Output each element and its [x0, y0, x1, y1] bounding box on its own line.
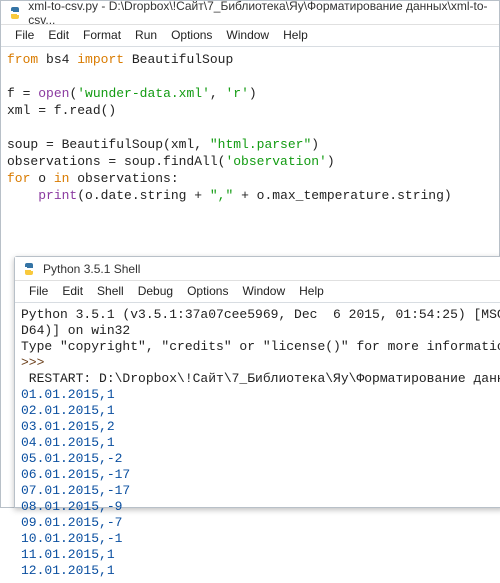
- code-token: ): [327, 154, 335, 169]
- shell-line: 04.01.2015,1: [21, 435, 115, 450]
- menu-help[interactable]: Help: [299, 284, 324, 298]
- shell-line: 08.01.2015,-9: [21, 499, 122, 514]
- shell-line: Python 3.5.1 (v3.5.1:37a07cee5969, Dec 6…: [21, 307, 500, 322]
- shell-line: 12.01.2015,1: [21, 563, 115, 578]
- code-token: from: [7, 52, 38, 67]
- code-token: open: [38, 86, 69, 101]
- code-token: xml = f.read(): [7, 103, 116, 118]
- code-token: ): [249, 86, 257, 101]
- editor-titlebar: xml-to-csv.py - D:\Dropbox\!Сайт\7_Библи…: [1, 1, 499, 25]
- shell-line: 02.01.2015,1: [21, 403, 115, 418]
- shell-line: D64)] on win32: [21, 323, 130, 338]
- shell-title: Python 3.5.1 Shell: [43, 262, 140, 276]
- shell-output[interactable]: Python 3.5.1 (v3.5.1:37a07cee5969, Dec 6…: [15, 303, 500, 583]
- menu-debug[interactable]: Debug: [138, 284, 173, 298]
- editor-code[interactable]: from bs4 import BeautifulSoup f = open('…: [1, 47, 499, 208]
- code-token: ): [311, 137, 319, 152]
- code-token: import: [77, 52, 124, 67]
- code-token: 'wunder-data.xml': [77, 86, 210, 101]
- shell-line: 03.01.2015,2: [21, 419, 115, 434]
- code-token: ",": [210, 188, 233, 203]
- menu-run[interactable]: Run: [135, 28, 157, 42]
- code-token: [7, 188, 38, 203]
- menu-format[interactable]: Format: [83, 28, 121, 42]
- shell-titlebar: Python 3.5.1 Shell: [15, 257, 500, 281]
- shell-line: 07.01.2015,-17: [21, 483, 130, 498]
- shell-line: 06.01.2015,-17: [21, 467, 130, 482]
- shell-line: 09.01.2015,-7: [21, 515, 122, 530]
- python-icon: [7, 5, 22, 21]
- code-token: f =: [7, 86, 38, 101]
- menu-file[interactable]: File: [29, 284, 48, 298]
- menu-shell[interactable]: Shell: [97, 284, 124, 298]
- menu-window[interactable]: Window: [226, 28, 269, 42]
- python-icon: [21, 261, 37, 277]
- shell-restart: RESTART: D:\Dropbox\!Сайт\7_Библиотека\Я…: [21, 371, 500, 386]
- code-token: bs4: [38, 52, 77, 67]
- shell-line: 01.01.2015,1: [21, 387, 115, 402]
- code-token: observations = soup.findAll(: [7, 154, 225, 169]
- shell-line: Type "copyright", "credits" or "license(…: [21, 339, 500, 354]
- shell-line: 10.01.2015,-1: [21, 531, 122, 546]
- editor-menubar: File Edit Format Run Options Window Help: [1, 25, 499, 47]
- code-token: 'r': [225, 86, 248, 101]
- code-token: 'observation': [225, 154, 326, 169]
- code-token: o: [30, 171, 53, 186]
- menu-help[interactable]: Help: [283, 28, 308, 42]
- code-token: observations:: [69, 171, 178, 186]
- shell-window: Python 3.5.1 Shell File Edit Shell Debug…: [14, 256, 500, 508]
- code-token: soup = BeautifulSoup(xml,: [7, 137, 210, 152]
- code-token: for: [7, 171, 30, 186]
- code-token: ,: [210, 86, 226, 101]
- menu-options[interactable]: Options: [187, 284, 228, 298]
- code-token: (o.date.string +: [77, 188, 210, 203]
- menu-file[interactable]: File: [15, 28, 34, 42]
- code-token: print: [38, 188, 77, 203]
- code-token: + o.max_temperature.string): [233, 188, 451, 203]
- shell-prompt: >>>: [21, 355, 44, 370]
- code-token: BeautifulSoup: [124, 52, 233, 67]
- shell-line: 11.01.2015,1: [21, 547, 115, 562]
- shell-line: 05.01.2015,-2: [21, 451, 122, 466]
- menu-edit[interactable]: Edit: [62, 284, 83, 298]
- shell-menubar: File Edit Shell Debug Options Window Hel…: [15, 281, 500, 303]
- menu-options[interactable]: Options: [171, 28, 212, 42]
- editor-title: xml-to-csv.py - D:\Dropbox\!Сайт\7_Библи…: [28, 0, 493, 27]
- code-token: in: [54, 171, 70, 186]
- menu-edit[interactable]: Edit: [48, 28, 69, 42]
- code-token: "html.parser": [210, 137, 311, 152]
- menu-window[interactable]: Window: [242, 284, 285, 298]
